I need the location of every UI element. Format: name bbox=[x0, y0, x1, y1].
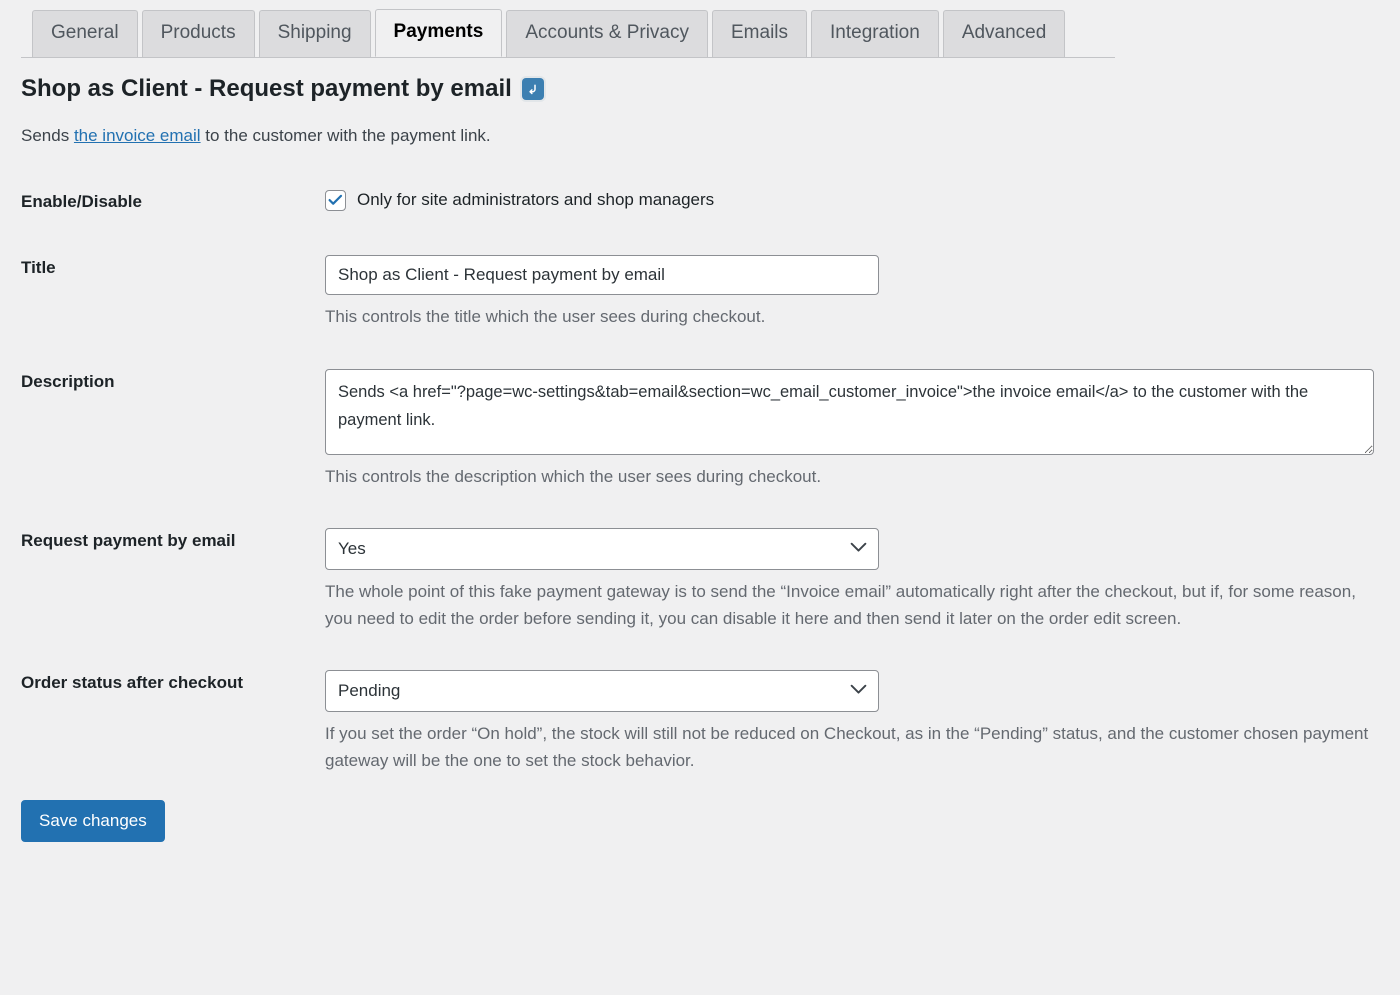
gateway-description-suffix: to the customer with the payment link. bbox=[200, 126, 491, 145]
label-description: Description bbox=[21, 371, 115, 391]
row-title: Title This controls the title which the … bbox=[0, 235, 1400, 349]
gateway-description: Sends the invoice email to the customer … bbox=[21, 125, 1400, 147]
order-status-select-wrap: Pending bbox=[325, 670, 879, 712]
label-order-status-after-checkout: Order status after checkout bbox=[21, 673, 244, 692]
label-request-payment-by-email: Request payment by email bbox=[21, 531, 236, 550]
tab-accounts-privacy[interactable]: Accounts & Privacy bbox=[506, 10, 708, 57]
row-order-status-after-checkout: Order status after checkout Pending If y… bbox=[0, 650, 1400, 792]
order-status-select[interactable]: Pending bbox=[325, 670, 879, 712]
description-textarea[interactable]: Sends <a href="?page=wc-settings&tab=ema… bbox=[325, 368, 1374, 455]
submit-area: Save changes bbox=[0, 792, 1400, 842]
gateway-header: Shop as Client - Request payment by emai… bbox=[0, 58, 1400, 147]
tab-shipping[interactable]: Shipping bbox=[258, 10, 371, 57]
tab-integration[interactable]: Integration bbox=[811, 10, 939, 57]
settings-tab-bar: General Products Shipping Payments Accounts … bbox=[0, 0, 1400, 58]
row-description: Description Sends <a href="?page=wc-sett… bbox=[0, 349, 1400, 509]
description-help-text: This controls the description which the … bbox=[325, 466, 822, 486]
tab-emails[interactable]: Emails bbox=[712, 10, 808, 57]
gateway-description-prefix: Sends bbox=[21, 126, 74, 145]
page-title: Shop as Client - Request payment by emai… bbox=[21, 74, 1400, 104]
invoice-email-link[interactable]: the invoice email bbox=[74, 126, 201, 145]
page-title-text: Shop as Client - Request payment by emai… bbox=[21, 75, 512, 102]
request-payment-select-wrap: Yes bbox=[325, 528, 879, 570]
row-request-payment-by-email: Request payment by email Yes The whole p… bbox=[0, 508, 1400, 650]
title-input[interactable] bbox=[325, 255, 879, 295]
return-arrow-icon bbox=[521, 78, 544, 100]
order-status-help-text: If you set the order “On hold”, the stoc… bbox=[325, 724, 1369, 770]
tab-general[interactable]: General bbox=[32, 10, 138, 57]
field-request-payment-by-email: Yes The whole point of this fake payment… bbox=[325, 508, 1400, 650]
title-help-text: This controls the title which the user s… bbox=[325, 307, 766, 326]
label-title: Title bbox=[21, 258, 56, 277]
field-enable-disable: Only for site administrators and shop ma… bbox=[325, 173, 1400, 235]
field-order-status-after-checkout: Pending If you set the order “On hold”, … bbox=[325, 650, 1400, 792]
field-description: Sends <a href="?page=wc-settings&tab=ema… bbox=[325, 349, 1400, 509]
row-enable-disable: Enable/Disable Only for site administrat… bbox=[0, 173, 1400, 235]
tab-products[interactable]: Products bbox=[141, 10, 255, 57]
tab-payments[interactable]: Payments bbox=[374, 9, 503, 57]
request-payment-select[interactable]: Yes bbox=[325, 528, 879, 570]
tab-advanced[interactable]: Advanced bbox=[942, 10, 1066, 57]
enable-checkbox[interactable] bbox=[325, 189, 346, 211]
label-enable-disable: Enable/Disable bbox=[21, 192, 142, 211]
request-payment-help-text: The whole point of this fake payment gat… bbox=[325, 582, 1356, 628]
field-title: This controls the title which the user s… bbox=[325, 235, 1400, 349]
enable-checkbox-label[interactable]: Only for site administrators and shop ma… bbox=[325, 189, 1390, 211]
enable-checkbox-text: Only for site administrators and shop ma… bbox=[357, 190, 715, 209]
gateway-settings-table: Enable/Disable Only for site administrat… bbox=[0, 173, 1400, 792]
save-changes-button[interactable]: Save changes bbox=[21, 800, 165, 842]
